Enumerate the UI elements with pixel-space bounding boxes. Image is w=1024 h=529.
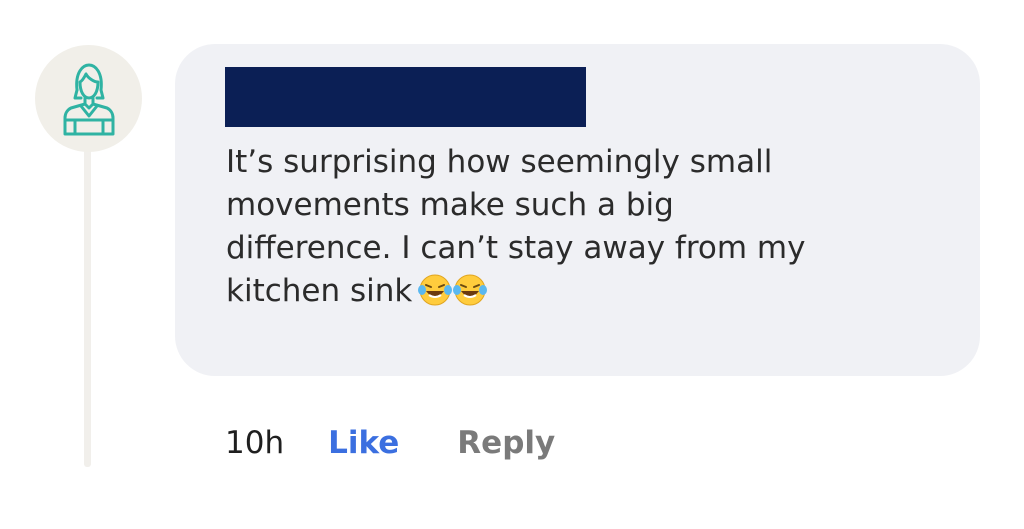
redacted-author-name[interactable] [225, 67, 586, 127]
thread-line [84, 140, 91, 467]
laughing-tears-emoji-icon [418, 274, 453, 306]
laughing-tears-emoji-icon [453, 274, 488, 306]
comment-bubble: It’s surprising how seemingly small move… [175, 44, 980, 376]
comment-actions: 10h Like Reply [225, 420, 555, 466]
timestamp: 10h [225, 425, 285, 461]
emoji-group [418, 273, 488, 307]
comment-body: It’s surprising how seemingly small move… [226, 144, 806, 309]
woman-avatar-icon [63, 63, 114, 135]
like-button[interactable]: Like [328, 425, 399, 461]
comment-text: It’s surprising how seemingly small move… [226, 141, 946, 313]
reply-button[interactable]: Reply [457, 425, 555, 461]
avatar[interactable] [35, 45, 142, 152]
